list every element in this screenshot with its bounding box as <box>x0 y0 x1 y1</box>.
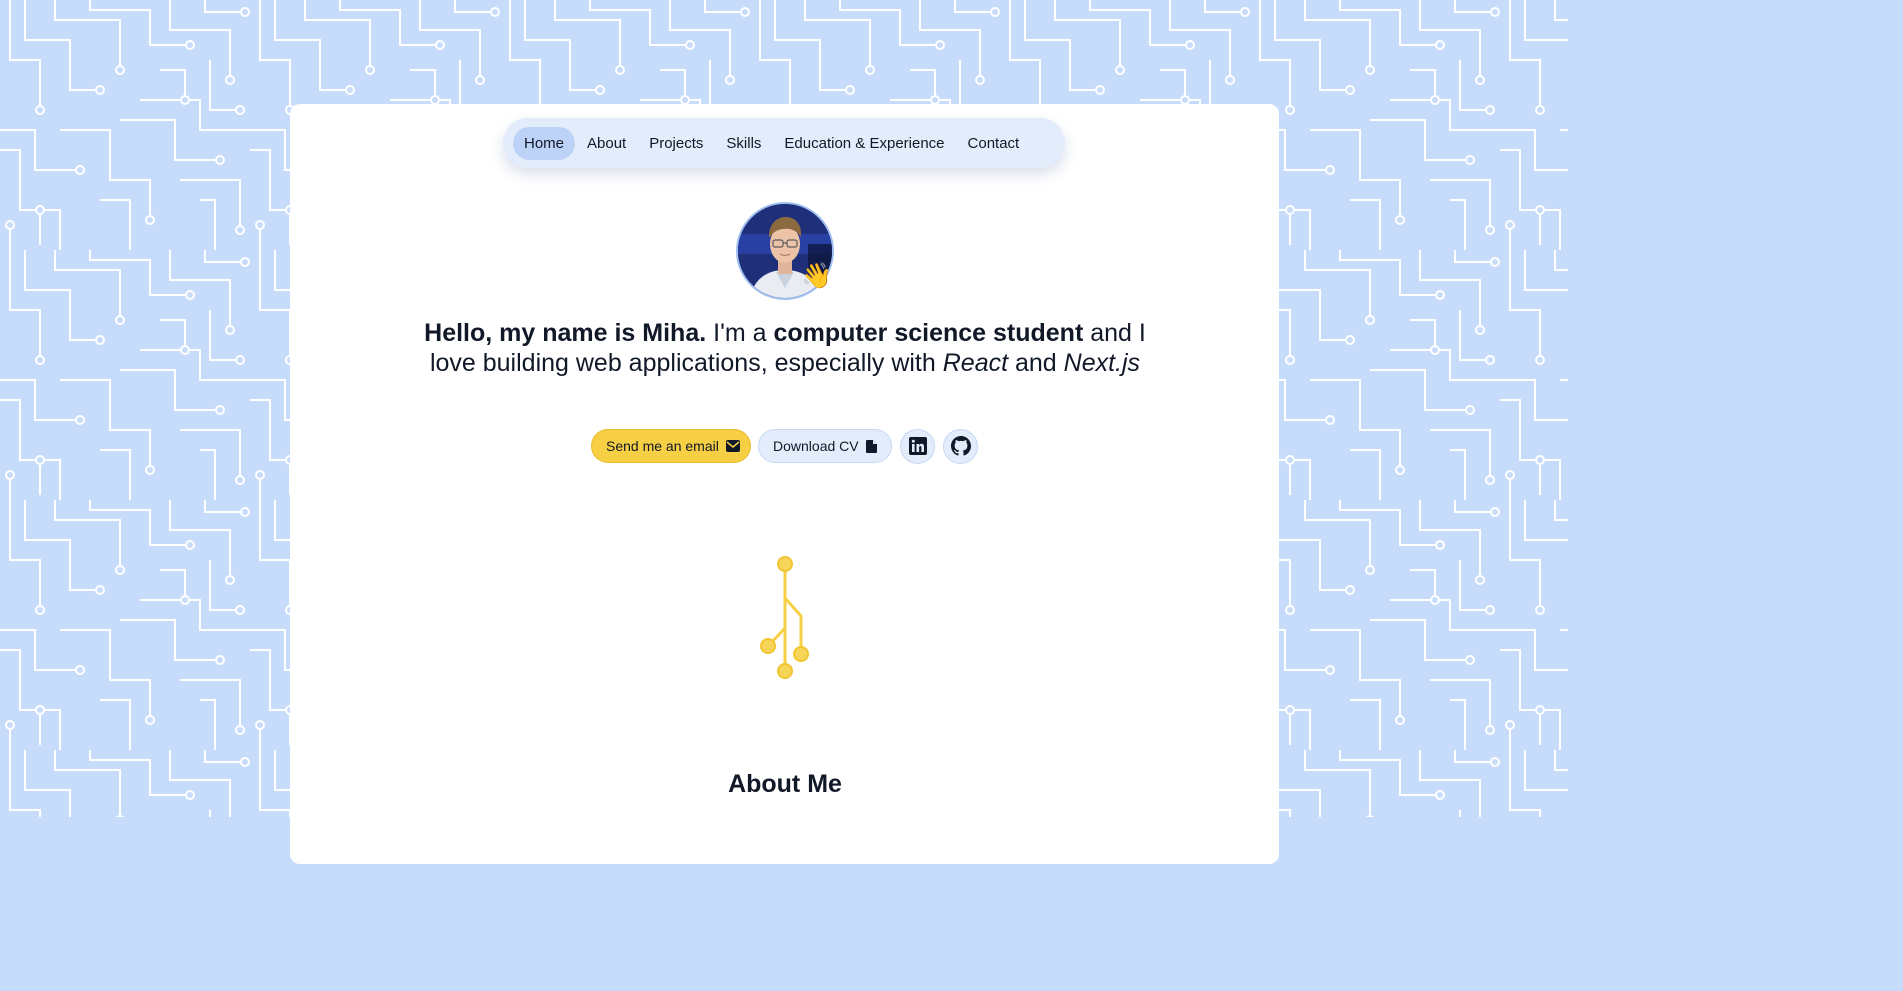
nav-item-projects[interactable]: Projects <box>638 127 714 160</box>
intro-text-1: I'm a <box>706 319 774 347</box>
send-email-label: Send me an email <box>606 438 719 454</box>
nav-item-skills[interactable]: Skills <box>715 127 772 160</box>
download-cv-button[interactable]: Download CV <box>758 429 892 463</box>
waving-hand-icon: 👋 <box>801 262 833 290</box>
hero-actions: Send me an email Download CV <box>591 428 978 464</box>
intro-role: computer science student <box>773 319 1084 347</box>
nav-item-about[interactable]: About <box>576 127 637 160</box>
circuit-divider-graphic <box>760 556 809 679</box>
github-button[interactable] <box>943 428 978 464</box>
linkedin-icon <box>908 437 927 455</box>
tech-react: React <box>942 349 1009 377</box>
profile-avatar-wrapper: 👋 <box>736 202 834 300</box>
top-navigation: Home About Projects Skills Education & E… <box>503 118 1065 168</box>
about-section-title: About Me <box>728 770 842 798</box>
nav-item-contact[interactable]: Contact <box>957 127 1031 160</box>
send-email-button[interactable]: Send me an email <box>591 429 751 463</box>
tech-nextjs: Next.js <box>1063 349 1141 377</box>
nav-item-education-experience[interactable]: Education & Experience <box>773 127 955 160</box>
intro-greeting: Hello, my name is Miha. <box>424 319 707 347</box>
file-icon <box>865 439 877 453</box>
hero-introduction: Hello, my name is Miha. I'm a computer s… <box>410 318 1160 378</box>
nav-item-home[interactable]: Home <box>513 126 576 160</box>
linkedin-button[interactable] <box>900 428 935 464</box>
download-cv-label: Download CV <box>773 438 859 454</box>
github-icon <box>950 436 971 456</box>
intro-text-3: and <box>1008 349 1064 377</box>
envelope-icon <box>725 440 740 452</box>
